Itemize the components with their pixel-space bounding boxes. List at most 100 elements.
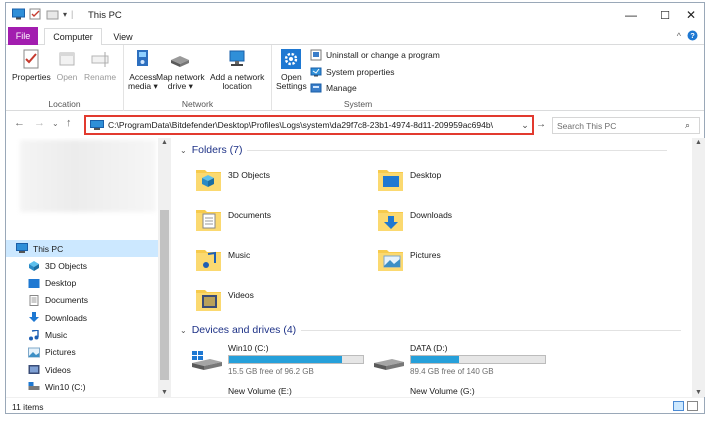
- details-view-icon[interactable]: [673, 401, 684, 411]
- nav-item-label: Win10 (C:): [45, 381, 86, 392]
- folder-name: Desktop: [410, 170, 442, 180]
- ribbon-tabs: File Computer View ^ ?: [6, 27, 704, 46]
- scroll-up-icon[interactable]: ▲: [158, 139, 171, 146]
- svg-text:?: ?: [690, 31, 695, 40]
- collapse-ribbon-icon[interactable]: ^: [677, 31, 681, 41]
- manage-button[interactable]: Manage: [310, 82, 357, 94]
- folder-tile-desktop[interactable]: Desktop: [376, 164, 556, 200]
- nav-item-downloads[interactable]: Downloads: [6, 309, 158, 326]
- tab-file[interactable]: File: [8, 27, 38, 45]
- view-toggles: [673, 401, 698, 411]
- system-properties-button[interactable]: System properties: [310, 66, 395, 78]
- nav-item-label: Desktop: [45, 278, 77, 289]
- search-placeholder[interactable]: Search This PC: [557, 121, 685, 131]
- tab-computer[interactable]: Computer: [44, 28, 102, 46]
- drive-tile[interactable]: Win10 (C:) 15.5 GB free of 96.2 GB: [190, 343, 365, 383]
- rename-label: Rename: [84, 72, 117, 82]
- folder-tile-documents[interactable]: Documents: [194, 204, 374, 240]
- nav-item-label: 3D Objects: [45, 260, 88, 271]
- folder-name: Music: [228, 250, 251, 260]
- nav-item-documents[interactable]: Documents: [6, 292, 158, 309]
- folders-divider: [247, 149, 668, 151]
- drive-name-partial[interactable]: New Volume (G:): [410, 386, 475, 396]
- item-count: 11 items: [12, 402, 44, 412]
- properties-quick-icon[interactable]: [29, 8, 42, 20]
- scroll-down-icon[interactable]: ▼: [158, 389, 171, 396]
- folder-tile-videos[interactable]: Videos: [194, 284, 374, 320]
- network-location-icon: [229, 50, 245, 66]
- devices-section-header[interactable]: ⌄ Devices and drives (4): [180, 324, 682, 336]
- customize-quick-access-icon[interactable]: ▾: [63, 10, 67, 19]
- devices-collapse-chevron-icon[interactable]: ⌄: [180, 326, 187, 335]
- recent-locations-chevron-icon[interactable]: ⌄: [52, 119, 59, 128]
- access-media-button[interactable]: Access media ▾: [128, 48, 158, 91]
- folder-tile-downloads[interactable]: Downloads: [376, 204, 556, 240]
- folder-icon: [378, 170, 403, 191]
- address-history-chevron-icon[interactable]: ⌄: [518, 120, 532, 131]
- folders-collapse-chevron-icon[interactable]: ⌄: [180, 146, 187, 155]
- media-icon: [136, 50, 148, 66]
- scrollbar-thumb[interactable]: [160, 210, 169, 380]
- file-explorer-window: ▾ | This PC — ☐ ✕ File Computer View ^ ?…: [5, 2, 705, 414]
- uninstall-label: Uninstall or change a program: [326, 50, 440, 60]
- documents-icon: [29, 294, 39, 306]
- navigation-pane-scrollbar[interactable]: ▲ ▼: [158, 138, 171, 397]
- content-scrollbar[interactable]: ▲ ▼: [692, 138, 705, 397]
- open-label: Open: [56, 72, 78, 82]
- nav-item-this-pc[interactable]: This PC: [6, 240, 158, 257]
- folder-tile-3d-objects[interactable]: 3D Objects: [194, 164, 374, 200]
- folder-name: Videos: [228, 290, 254, 300]
- open-settings-label-2: Settings: [276, 81, 307, 91]
- nav-item-pictures[interactable]: Pictures: [6, 344, 158, 361]
- nav-item-win10-c[interactable]: Win10 (C:): [6, 378, 158, 395]
- folder-icon: [378, 210, 403, 231]
- folder-icon: [196, 290, 221, 311]
- drive-name: Win10 (C:): [228, 343, 269, 353]
- new-folder-quick-icon[interactable]: [46, 8, 59, 20]
- open-button[interactable]: Open: [56, 48, 78, 82]
- videos-icon: [28, 365, 40, 375]
- drive-usage-fill: [229, 356, 342, 363]
- content-scroll-up-icon[interactable]: ▲: [692, 139, 705, 146]
- close-button[interactable]: ✕: [674, 5, 708, 25]
- folders-header-label: Folders (7): [191, 144, 243, 156]
- folder-tile-pictures[interactable]: Pictures: [376, 244, 556, 280]
- help-icon[interactable]: ?: [687, 30, 698, 41]
- rename-button[interactable]: Rename: [84, 48, 116, 82]
- properties-button[interactable]: Properties: [12, 48, 51, 82]
- folder-name: Pictures: [410, 250, 441, 260]
- back-arrow-icon[interactable]: ←: [14, 117, 25, 129]
- nav-item-music[interactable]: Music: [6, 327, 158, 344]
- address-bar[interactable]: C:\ProgramData\Bitdefender\Desktop\Profi…: [84, 115, 534, 135]
- folders-section-header[interactable]: ⌄ Folders (7): [180, 144, 668, 156]
- folder-icon: [196, 250, 221, 271]
- devices-header-label: Devices and drives (4): [191, 324, 297, 336]
- drive-name-partial[interactable]: New Volume (E:): [228, 386, 292, 396]
- system-properties-label: System properties: [326, 67, 395, 77]
- add-network-location-button[interactable]: Add a network location: [210, 48, 264, 91]
- nav-item-label: Pictures: [45, 347, 76, 358]
- minimize-button[interactable]: —: [614, 5, 648, 25]
- location-group: Properties Open Rename Location: [6, 45, 124, 111]
- address-path[interactable]: C:\ProgramData\Bitdefender\Desktop\Profi…: [108, 120, 518, 130]
- open-settings-button[interactable]: Open Settings: [276, 48, 307, 91]
- map-network-drive-button[interactable]: Map network drive ▾: [156, 48, 205, 91]
- status-bar: 11 items: [6, 397, 704, 414]
- nav-item-3d-objects[interactable]: 3D Objects: [6, 257, 158, 274]
- nav-item-videos[interactable]: Videos: [6, 361, 158, 378]
- folder-tile-music[interactable]: Music: [194, 244, 374, 280]
- search-icon[interactable]: ⌕: [685, 120, 699, 131]
- pictures-icon: [28, 347, 40, 358]
- nav-item-desktop[interactable]: Desktop: [6, 275, 158, 292]
- content-scroll-down-icon[interactable]: ▼: [692, 389, 705, 396]
- manage-icon: [310, 83, 322, 93]
- up-arrow-icon[interactable]: ↑: [66, 117, 72, 129]
- pc-icon: [16, 243, 28, 253]
- large-icons-view-icon[interactable]: [687, 401, 698, 411]
- drive-tile[interactable]: DATA (D:) 89.4 GB free of 140 GB: [372, 343, 547, 383]
- uninstall-program-button[interactable]: Uninstall or change a program: [310, 49, 440, 61]
- forward-arrow-icon[interactable]: →: [34, 117, 45, 129]
- tab-view[interactable]: View: [106, 28, 140, 45]
- go-arrow-icon[interactable]: →: [536, 119, 546, 130]
- search-box[interactable]: Search This PC ⌕: [552, 117, 700, 134]
